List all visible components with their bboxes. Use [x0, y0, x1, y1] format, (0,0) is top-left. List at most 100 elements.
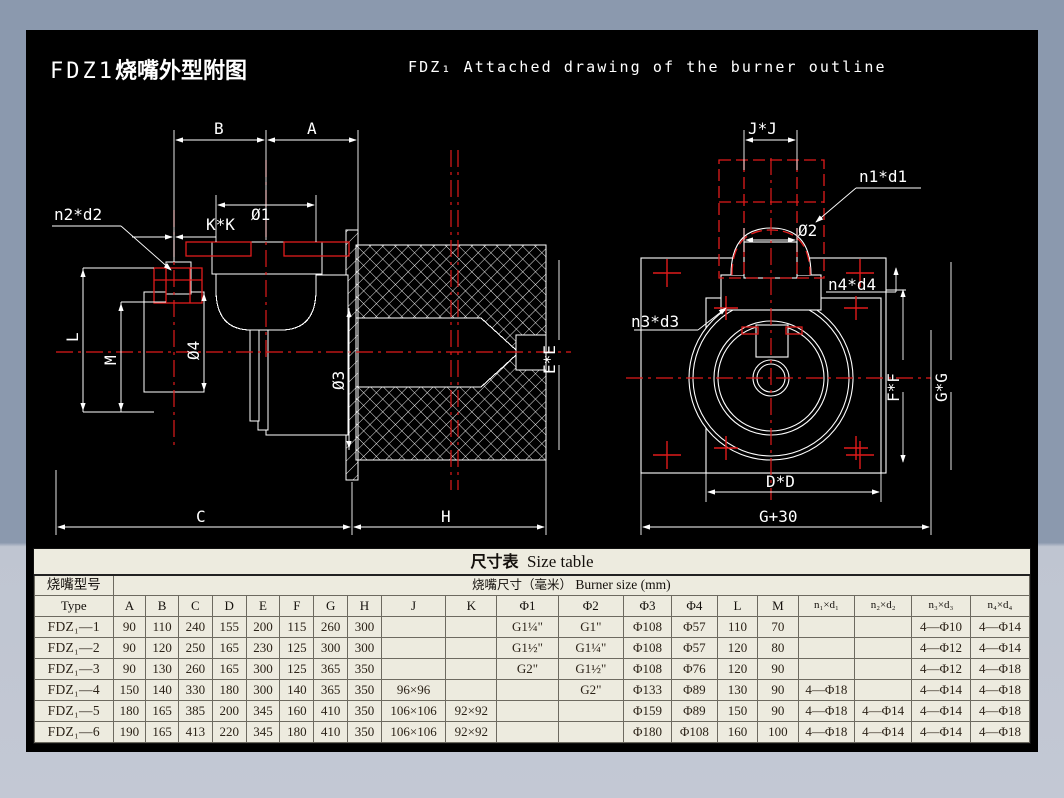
size-table: 尺寸表 Size table 烧嘴型号 烧嘴尺寸（毫米） Burner size…: [34, 549, 1031, 743]
label-M: M: [101, 355, 120, 365]
cell-D: 200: [211, 699, 247, 722]
cell-phi2: [557, 699, 625, 722]
cell-phi4: Φ108: [671, 720, 718, 743]
label-G30: G+30: [759, 507, 798, 526]
table-row: FDZ₁—6 190 165 413 220 345 180 410 350 106×106 92×…: [34, 720, 1031, 743]
cell-n4d4: 4—Φ18: [969, 678, 1031, 701]
cell-F: 115: [279, 615, 315, 638]
cell-phi4: Φ57: [671, 615, 718, 638]
cell-L: 160: [716, 720, 759, 743]
cell-K: [445, 615, 498, 638]
cell-n4d4: 4—Φ18: [969, 720, 1031, 743]
col-n2d2: n₂×d₂: [854, 594, 912, 617]
label-n4d4: n4*d4: [828, 275, 876, 294]
cell-n2d2: [854, 636, 912, 659]
burner-size-header: 烧嘴尺寸（毫米） Burner size (mm): [112, 574, 1031, 596]
col-K: K: [445, 594, 498, 617]
cell-model: FDZ₁—6: [34, 720, 114, 743]
col-phi3: Φ3: [623, 594, 673, 617]
type-header-en: Type: [34, 594, 114, 617]
cell-phi3: Φ108: [623, 615, 673, 638]
cell-phi4: Φ76: [671, 657, 718, 680]
cell-phi2: G1¼": [557, 636, 625, 659]
cell-n3d3: 4—Φ14: [911, 699, 971, 722]
label-phi4: Ø4: [184, 341, 203, 360]
label-C: C: [196, 507, 206, 526]
cell-n4d4: 4—Φ18: [969, 657, 1031, 680]
cell-D: 165: [211, 636, 247, 659]
cell-B: 130: [145, 657, 179, 680]
cell-A: 190: [112, 720, 147, 743]
cell-E: 345: [245, 699, 281, 722]
col-D: D: [211, 594, 247, 617]
cell-model: FDZ₁—4: [34, 678, 114, 701]
col-B: B: [145, 594, 179, 617]
cell-phi3: Φ108: [623, 657, 673, 680]
cell-L: 110: [716, 615, 759, 638]
cell-F: 160: [279, 699, 315, 722]
cell-n1d1: [797, 615, 856, 638]
col-J: J: [380, 594, 447, 617]
cell-phi3: Φ180: [623, 720, 673, 743]
cell-n1d1: [797, 657, 856, 680]
label-L: L: [63, 332, 82, 342]
col-n4d4: n₄×d₄: [969, 594, 1031, 617]
cell-H: 350: [347, 720, 382, 743]
col-H: H: [347, 594, 382, 617]
table-row: FDZ₁—2 90 120 250 165 230 125 300 300 G1½" G1¼" Φ10…: [34, 636, 1031, 659]
label-GG: G*G: [932, 373, 951, 402]
cell-M: 90: [757, 657, 799, 680]
table-span-header-row: 烧嘴型号 烧嘴尺寸（毫米） Burner size (mm): [34, 574, 1031, 596]
cell-phi3: Φ133: [623, 678, 673, 701]
cell-M: 90: [757, 678, 799, 701]
page-root: FDZ1烧嘴外型附图 FDZ₁ Attached drawing of the …: [0, 0, 1064, 798]
cell-G: 260: [313, 615, 349, 638]
label-FF: F*F: [884, 373, 903, 402]
cell-L: 130: [716, 678, 759, 701]
cell-K: [445, 678, 498, 701]
table-title-en: Size table: [526, 552, 594, 571]
cell-H: 300: [347, 636, 382, 659]
label-phi2: Ø2: [798, 221, 817, 240]
label-JJ: J*J: [748, 119, 777, 138]
cell-K: 92×92: [445, 699, 498, 722]
cell-G: 410: [313, 699, 349, 722]
cell-F: 125: [279, 657, 315, 680]
table-body: FDZ₁—1 90 110 240 155 200 115 260 300 G1¼" G1" Φ108…: [34, 615, 1031, 743]
cell-n2d2: 4—Φ14: [854, 720, 912, 743]
cell-phi4: Φ57: [671, 636, 718, 659]
label-n3d3: n3*d3: [631, 312, 679, 331]
technical-drawing: B A Ø1 K*K n2*d2 L M Ø4 Ø3 E*E C H J*J n…: [52, 119, 952, 535]
cell-n3d3: 4—Φ12: [911, 657, 971, 680]
type-header-cn: 烧嘴型号: [34, 574, 114, 596]
col-E: E: [245, 594, 281, 617]
col-phi1: Φ1: [496, 594, 559, 617]
cell-H: 300: [347, 615, 382, 638]
cell-M: 80: [757, 636, 799, 659]
burner-size-header-cn: 烧嘴尺寸（毫米）: [471, 577, 572, 593]
cell-B: 140: [145, 678, 179, 701]
cell-phi3: Φ159: [623, 699, 673, 722]
cell-E: 300: [245, 657, 281, 680]
cell-n2d2: [854, 615, 912, 638]
cell-M: 90: [757, 699, 799, 722]
cell-n2d2: [854, 657, 912, 680]
col-L: L: [716, 594, 759, 617]
label-EE: E*E: [540, 345, 559, 374]
cell-model: FDZ₁—3: [34, 657, 114, 680]
col-phi2: Φ2: [557, 594, 625, 617]
cell-L: 150: [716, 699, 759, 722]
cell-L: 120: [716, 636, 759, 659]
table-title-row: 尺寸表 Size table: [34, 549, 1030, 576]
table-title-cell: 尺寸表 Size table: [34, 549, 1030, 576]
cell-J: 106×106: [380, 699, 447, 722]
cell-n1d1: 4—Φ18: [797, 678, 856, 701]
cell-J: [380, 657, 447, 680]
cell-C: 413: [177, 720, 213, 743]
burner-size-header-en: Burner size (mm): [575, 577, 671, 593]
cell-C: 250: [177, 636, 213, 659]
col-F: F: [279, 594, 315, 617]
cell-E: 300: [245, 678, 281, 701]
cell-n2d2: [854, 678, 912, 701]
cell-A: 90: [112, 657, 147, 680]
